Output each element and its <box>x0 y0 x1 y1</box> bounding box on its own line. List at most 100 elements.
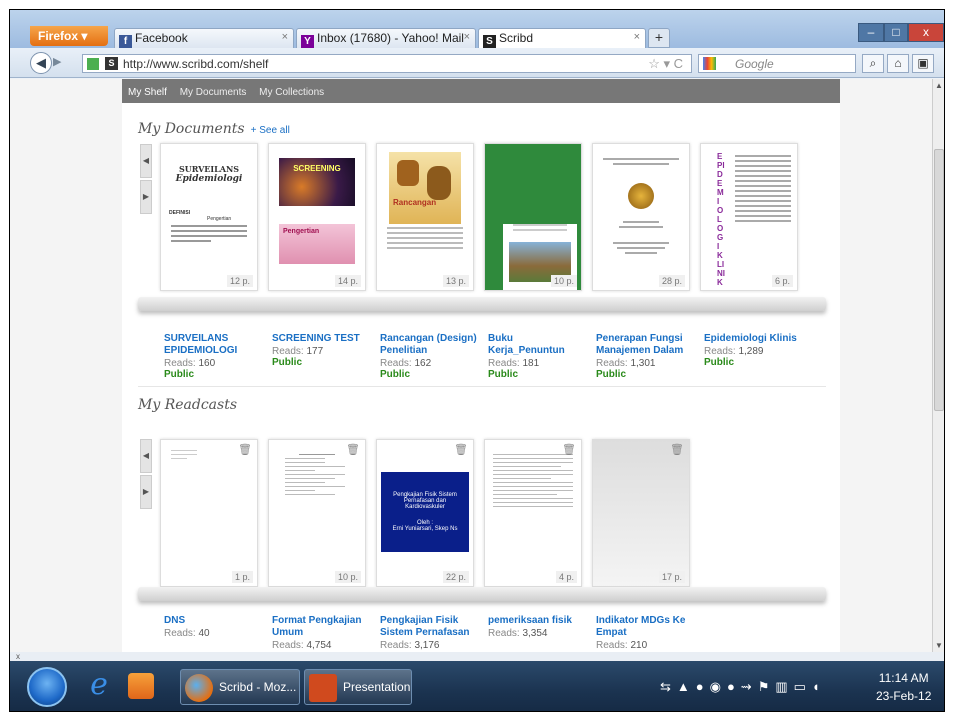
scroll-right-button[interactable]: ▶ <box>140 475 152 509</box>
my-readcasts-heading: My Readcasts <box>138 397 237 413</box>
page-count: 14 p. <box>334 275 361 287</box>
close-tab-icon[interactable]: × <box>282 31 288 43</box>
trash-icon[interactable]: 🗑 <box>670 443 684 456</box>
readcast-info: Pengkajian Fisik Sistem Pernafasan Reads… <box>380 615 478 651</box>
firefox-menu-label: Firefox <box>38 29 79 43</box>
document-cover[interactable]: Rancangan 13 p. <box>376 143 474 291</box>
internet-explorer-icon[interactable]: e <box>82 669 116 703</box>
reads-label: Reads: <box>272 640 304 651</box>
start-button[interactable] <box>27 667 67 707</box>
trash-icon[interactable]: 🗑 <box>454 443 468 456</box>
document-info: Buku Kerja_Penuntun Reads: 181 Public <box>488 333 586 380</box>
tab-scribd[interactable]: S Scribd × <box>478 28 646 48</box>
document-title-link[interactable]: Rancangan (Design) Penelitian <box>380 333 478 357</box>
trash-icon[interactable]: 🗑 <box>562 443 576 456</box>
document-title-link[interactable]: SCREENING TEST <box>272 333 370 345</box>
vertical-scrollbar[interactable]: ▲ ▼ <box>932 79 944 652</box>
document-info: SURVEILANS EPIDEMIOLOGI Reads: 160 Publi… <box>164 333 262 380</box>
shelf-subnav: My Shelf My Documents My Collections <box>122 79 840 103</box>
scroll-left-button[interactable]: ◀ <box>140 439 152 473</box>
tab-facebook[interactable]: f Facebook × <box>114 28 294 48</box>
firefox-menu-button[interactable]: Firefox ▾ <box>30 26 108 46</box>
document-cover[interactable]: SURVEILANS Epidemiologi DEFINISI Pengert… <box>160 143 258 291</box>
cover-text: Epidemiologi <box>175 174 243 184</box>
scroll-left-button[interactable]: ◀ <box>140 144 152 178</box>
reads-label: Reads: <box>596 640 628 651</box>
scroll-down-icon[interactable]: ▼ <box>935 641 943 650</box>
taskbar-powerpoint-button[interactable]: Presentation... <box>304 669 412 705</box>
bookmark-star-icon[interactable]: ☆ ▾ C <box>648 56 683 72</box>
url-text: http://www.scribd.com/shelf <box>123 57 269 71</box>
url-bar[interactable]: S http://www.scribd.com/shelf ☆ ▾ C <box>82 54 692 73</box>
taskbar-firefox-button[interactable]: Scribd - Moz... <box>180 669 300 705</box>
maximize-button[interactable]: □ <box>884 23 908 42</box>
document-title-link[interactable]: SURVEILANS EPIDEMIOLOGI <box>164 333 262 357</box>
signal-icon <box>87 58 99 70</box>
scroll-right-button[interactable]: ▶ <box>140 180 152 214</box>
readcast-title-link[interactable]: pemeriksaan fisik <box>488 615 586 627</box>
trash-icon[interactable]: 🗑 <box>346 443 360 456</box>
close-addon-bar-icon[interactable]: x <box>16 652 20 661</box>
search-icon[interactable]: ⌕ <box>862 54 884 73</box>
close-tab-icon[interactable]: × <box>464 31 470 43</box>
close-window-button[interactable]: x <box>908 23 944 42</box>
document-cover[interactable]: 28 p. <box>592 143 690 291</box>
emblem-icon <box>628 183 654 209</box>
scroll-up-icon[interactable]: ▲ <box>935 81 943 90</box>
readcast-title-link[interactable]: DNS <box>164 615 262 627</box>
minimize-button[interactable]: – <box>858 23 884 42</box>
addon-icon[interactable]: ▣ <box>912 54 934 73</box>
document-title-link[interactable]: Penerapan Fungsi Manajemen Dalam <box>596 333 694 357</box>
google-icon <box>703 57 716 70</box>
firefox-icon <box>185 674 213 702</box>
document-title-link[interactable]: Buku Kerja_Penuntun <box>488 333 586 357</box>
reads-label: Reads: <box>380 358 412 369</box>
readcast-cover[interactable]: 🗑 10 p. <box>268 439 366 587</box>
document-cover[interactable]: EPIDEMIOLOGI KLINIK 6 p. <box>700 143 798 291</box>
public-status: Public <box>488 369 519 380</box>
subnav-my-shelf[interactable]: My Shelf <box>128 87 167 98</box>
readcast-title-link[interactable]: Indikator MDGs Ke Empat <box>596 615 694 639</box>
bookshelf <box>138 587 826 601</box>
yahoo-icon: Y <box>301 35 314 48</box>
reads-count: 181 <box>522 358 540 369</box>
media-player-icon[interactable] <box>128 673 154 699</box>
document-info: SCREENING TEST Reads: 177 Public <box>272 333 370 368</box>
system-clock[interactable]: 11:14 AM 23-Feb-12 <box>876 669 931 705</box>
trash-icon[interactable]: 🗑 <box>238 443 252 456</box>
back-button[interactable]: ◀ <box>30 52 52 74</box>
subnav-my-documents[interactable]: My Documents <box>180 87 247 98</box>
readcast-cover[interactable]: 🗑 Pengkajian Fisik Sistem Pernafasan dan… <box>376 439 474 587</box>
page-count: 28 p. <box>658 275 685 287</box>
cover-text: EPIDEMIOLOGI KLINIK <box>717 152 725 287</box>
search-box[interactable]: Google <box>698 54 856 73</box>
section-divider <box>138 386 826 387</box>
taskbar-button-label: Presentation... <box>343 680 411 694</box>
document-cover[interactable]: SCREENING Pengertian 14 p. <box>268 143 366 291</box>
readcast-cover[interactable]: 🗑 17 p. <box>592 439 690 587</box>
reads-count: 40 <box>198 628 210 639</box>
reads-count: 177 <box>306 346 324 357</box>
readcast-cover[interactable]: 🗑 1 p. <box>160 439 258 587</box>
see-all-link[interactable]: + See all <box>251 125 290 136</box>
document-cover[interactable]: 10 p. <box>484 143 582 291</box>
public-status: Public <box>704 357 735 368</box>
new-tab-button[interactable]: + <box>648 28 670 48</box>
powerpoint-icon <box>309 674 337 702</box>
home-icon[interactable]: ⌂ <box>887 54 909 73</box>
public-status: Public <box>596 369 627 380</box>
scrollbar-thumb[interactable] <box>934 149 944 411</box>
system-tray[interactable]: ⇆▲●◉●⇝⚑▥▭◖ <box>660 679 826 695</box>
forward-button[interactable]: ▶ <box>53 55 61 68</box>
tab-yahoo-mail[interactable]: Y Inbox (17680) - Yahoo! Mail × <box>296 28 476 48</box>
document-info: Rancangan (Design) Penelitian Reads: 162… <box>380 333 478 380</box>
readcast-title-link[interactable]: Format Pengkajian Umum <box>272 615 370 639</box>
reads-label: Reads: <box>488 628 520 639</box>
document-title-link[interactable]: Epidemiologi Klinis <box>704 333 802 345</box>
close-tab-icon[interactable]: × <box>634 31 640 43</box>
reads-label: Reads: <box>164 358 196 369</box>
readcast-title-link[interactable]: Pengkajian Fisik Sistem Pernafasan <box>380 615 478 639</box>
subnav-my-collections[interactable]: My Collections <box>259 87 324 98</box>
tab-label: Facebook <box>135 31 188 45</box>
readcast-cover[interactable]: 🗑 4 p. <box>484 439 582 587</box>
